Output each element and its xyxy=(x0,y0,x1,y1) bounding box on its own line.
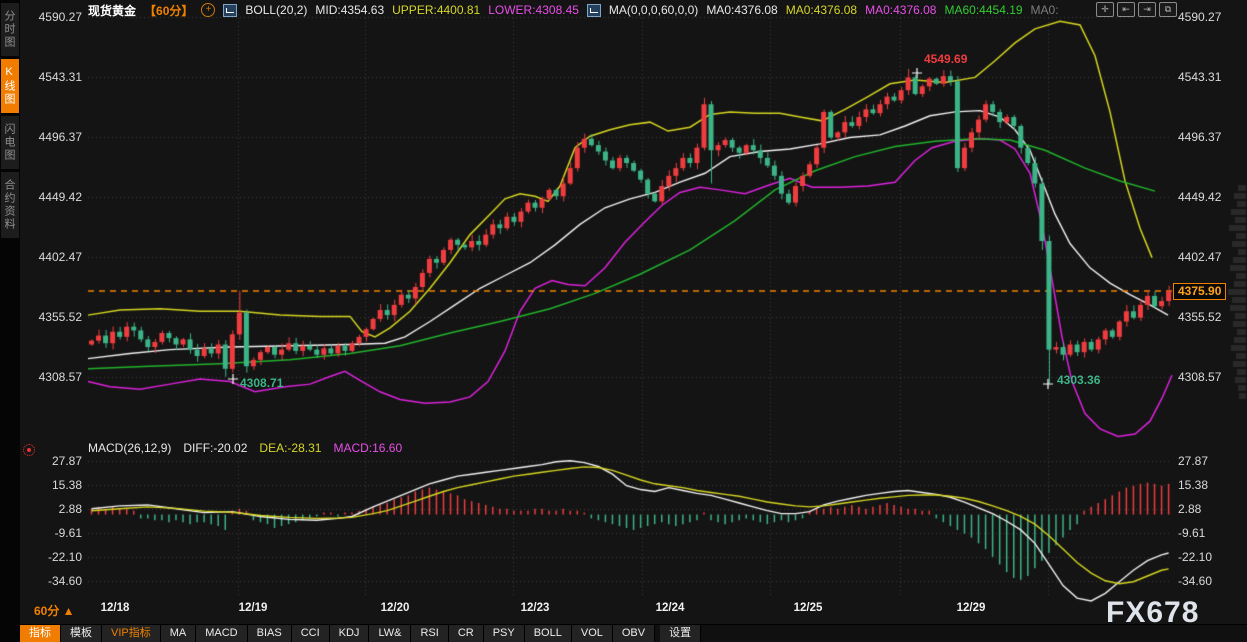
current-price-tag: 4375.90 xyxy=(1173,283,1226,300)
toolbar-item-CCI[interactable]: CCI xyxy=(292,625,330,642)
macd-axis-label-left: 15.38 xyxy=(24,478,82,492)
low-price-annotation-1: 4308.71 xyxy=(240,376,283,390)
macd-title: MACD(26,12,9) xyxy=(88,441,171,455)
ma60-green-value: MA60:4454.19 xyxy=(944,3,1022,17)
price-axis-label-left: 4543.31 xyxy=(24,70,82,84)
boll-upper-value: UPPER:4400.81 xyxy=(392,3,480,17)
macd-header: MACD(26,12,9) DIFF:-20.02 DEA:-28.31 MAC… xyxy=(88,441,402,455)
toolbar-item-BOLL[interactable]: BOLL xyxy=(525,625,572,642)
ma-label: MA(0,0,0,60,0,0) xyxy=(609,3,698,17)
chart-type-sidebar: 分时图 K线图闪电图合约资料 xyxy=(0,0,20,642)
sidebar-tab-分时图[interactable]: 分时图 xyxy=(1,3,19,56)
toolbar-item-指标[interactable]: 指标 xyxy=(20,625,61,642)
toolbar-item-RSI[interactable]: RSI xyxy=(411,625,448,642)
ma0-yellow-value: MA0:4376.08 xyxy=(786,3,857,17)
toolbar-item-MA[interactable]: MA xyxy=(161,625,197,642)
low-price-annotation-2: 4303.36 xyxy=(1057,373,1100,387)
macd-axis-label-left: 2.88 xyxy=(24,502,82,516)
boll-indicator-icon[interactable] xyxy=(223,4,237,17)
ma0-magenta-value: MA0:4376.08 xyxy=(865,3,936,17)
price-axis-label-right: 4590.27 xyxy=(1178,10,1221,24)
macd-axis-label-right: -22.10 xyxy=(1178,550,1212,564)
period-label[interactable]: 【60分】 xyxy=(144,2,193,19)
toolbar-item-BIAS[interactable]: BIAS xyxy=(248,625,292,642)
indicator-toolbar: 指标模板VIP指标MAMACDBIASCCIKDJLW&RSICRPSYBOLL… xyxy=(20,624,1247,642)
chart-window-controls: ✛⇤⇥⧉ xyxy=(1096,2,1177,17)
crosshair-icon[interactable]: ✛ xyxy=(1096,2,1114,17)
macd-axis-label-right: -9.61 xyxy=(1178,526,1205,540)
pan-right-icon[interactable]: ⇥ xyxy=(1138,2,1156,17)
price-axis-label-left: 4590.27 xyxy=(24,10,82,24)
price-axis-label-left: 4355.52 xyxy=(24,310,82,324)
sidebar-tab-合约资料[interactable]: 合约资料 xyxy=(1,172,19,238)
macd-settings-icon[interactable] xyxy=(23,444,35,456)
date-label: 12/24 xyxy=(656,602,685,614)
toolbar-item-模板[interactable]: 模板 xyxy=(61,625,102,642)
price-axis-label-left: 4496.37 xyxy=(24,130,82,144)
date-label: 12/23 xyxy=(521,602,550,614)
toolbar-item-OBV[interactable]: OBV xyxy=(613,625,655,642)
ma-indicator-icon[interactable] xyxy=(587,4,601,17)
macd-axis-label-right: 27.87 xyxy=(1178,454,1208,468)
price-axis-label-right: 4402.47 xyxy=(1178,250,1221,264)
indicator-header: 现货黄金 【60分】 + BOLL(20,2) MID:4354.63 UPPE… xyxy=(88,2,1059,18)
pan-left-icon[interactable]: ⇤ xyxy=(1117,2,1135,17)
macd-diff-value: DIFF:-20.02 xyxy=(183,441,247,455)
price-axis-label-right: 4449.42 xyxy=(1178,190,1221,204)
macd-axis-label-right: 2.88 xyxy=(1178,502,1201,516)
sidebar-tab-K线图[interactable]: K线图 xyxy=(1,59,19,113)
split-pane-icon[interactable]: ⧉ xyxy=(1159,2,1177,17)
boll-mid-value: MID:4354.63 xyxy=(315,3,384,17)
toolbar-item-LW&[interactable]: LW& xyxy=(369,625,411,642)
macd-axis-label-left: -34.60 xyxy=(24,574,82,588)
boll-label: BOLL(20,2) xyxy=(245,3,307,17)
macd-axis-label-right: 15.38 xyxy=(1178,478,1208,492)
boll-lower-value: LOWER:4308.45 xyxy=(488,3,579,17)
ma0-grey-value: MA0: xyxy=(1031,3,1059,17)
ma0-white-value: MA0:4376.08 xyxy=(706,3,777,17)
price-axis-label-left: 4402.47 xyxy=(24,250,82,264)
macd-axis-label-left: -9.61 xyxy=(24,526,82,540)
price-axis-label-right: 4308.57 xyxy=(1178,370,1221,384)
price-axis-label-right: 4355.52 xyxy=(1178,310,1221,324)
toolbar-item-设置[interactable]: 设置 xyxy=(660,625,701,642)
toolbar-item-CR[interactable]: CR xyxy=(449,625,484,642)
toolbar-item-KDJ[interactable]: KDJ xyxy=(330,625,370,642)
period-selector[interactable]: 60分 ▲ xyxy=(34,602,75,619)
chart-canvas[interactable] xyxy=(0,0,1247,642)
toolbar-item-MACD[interactable]: MACD xyxy=(196,625,247,642)
toolbar-item-VIP指标[interactable]: VIP指标 xyxy=(102,625,161,642)
add-indicator-icon[interactable]: + xyxy=(201,3,215,17)
high-price-annotation: 4549.69 xyxy=(924,52,967,66)
macd-dea-value: DEA:-28.31 xyxy=(259,441,321,455)
sidebar-tab-闪电图[interactable]: 闪电图 xyxy=(1,116,19,169)
macd-axis-label-right: -34.60 xyxy=(1178,574,1212,588)
date-label: 12/20 xyxy=(381,602,410,614)
macd-axis-label-left: -22.10 xyxy=(24,550,82,564)
date-label: 12/19 xyxy=(239,602,268,614)
macd-macd-value: MACD:16.60 xyxy=(333,441,402,455)
date-label: 12/18 xyxy=(101,602,130,614)
price-axis-label-left: 4449.42 xyxy=(24,190,82,204)
macd-axis-label-left: 27.87 xyxy=(24,454,82,468)
trading-app-window: 分时图 K线图闪电图合约资料 现货黄金 【60分】 + BOLL(20,2) MI… xyxy=(0,0,1247,642)
price-axis-label-right: 4496.37 xyxy=(1178,130,1221,144)
price-axis-label-left: 4308.57 xyxy=(24,370,82,384)
symbol-name: 现货黄金 xyxy=(88,2,136,19)
toolbar-item-VOL[interactable]: VOL xyxy=(572,625,613,642)
date-label: 12/29 xyxy=(957,602,986,614)
date-label: 12/25 xyxy=(794,602,823,614)
toolbar-item-PSY[interactable]: PSY xyxy=(484,625,525,642)
price-axis-label-right: 4543.31 xyxy=(1178,70,1221,84)
